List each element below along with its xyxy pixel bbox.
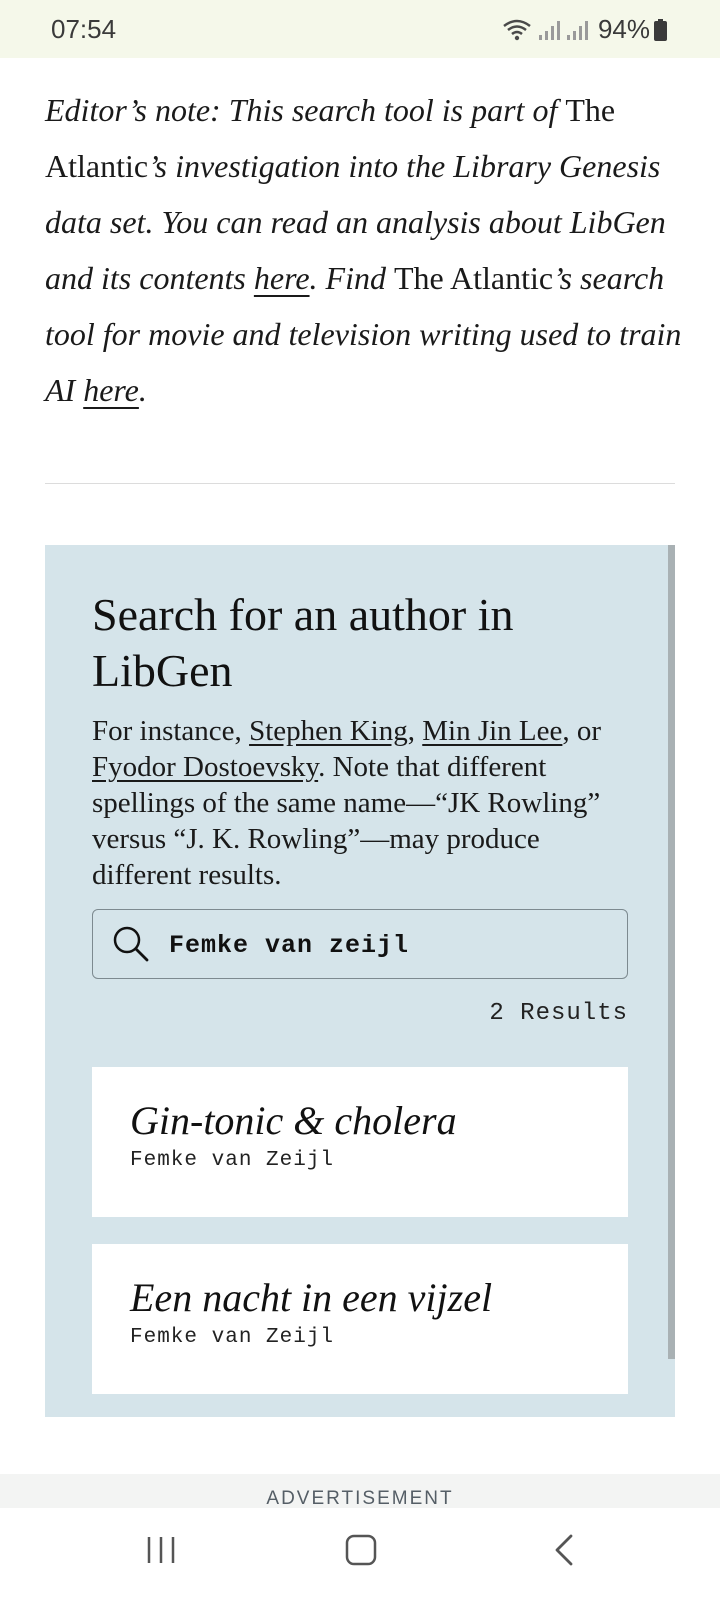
signal-icon xyxy=(566,20,588,40)
editor-note-text: . Find xyxy=(309,260,394,296)
search-description: For instance, Stephen King, Min Jin Lee,… xyxy=(92,713,612,893)
battery-percent: 94% xyxy=(597,14,650,44)
results-count: 2 Results xyxy=(489,1000,628,1027)
status-time: 07:54 xyxy=(51,14,117,44)
advertisement-label: ADVERTISEMENT xyxy=(266,1488,454,1508)
result-card[interactable]: Een nacht in een vijzel Femke van Zeijl xyxy=(92,1244,628,1394)
editor-note: Editor’s note: This search tool is part … xyxy=(45,82,685,418)
scrollbar[interactable] xyxy=(668,545,675,1359)
search-title: Search for an author in LibGen xyxy=(92,589,514,696)
movie-tool-link[interactable]: here xyxy=(83,372,139,408)
book-author: Femke van Zeijl xyxy=(130,1326,335,1349)
editor-note-text: . xyxy=(138,372,147,408)
search-box[interactable] xyxy=(92,909,628,979)
publication-name: The Atlantic xyxy=(393,260,554,296)
divider xyxy=(45,483,675,484)
advertisement-strip: ADVERTISEMENT xyxy=(0,1474,720,1508)
result-card[interactable]: Gin-tonic & cholera Femke van Zeijl xyxy=(92,1067,628,1217)
description-text: , or xyxy=(562,715,602,747)
search-icon xyxy=(113,926,149,962)
status-bar: 07:54 94% xyxy=(0,0,720,58)
analysis-link[interactable]: here xyxy=(254,260,310,296)
back-icon[interactable] xyxy=(553,1534,575,1566)
example-author-link[interactable]: Min Jin Lee xyxy=(422,715,562,747)
example-author-link[interactable]: Stephen King xyxy=(249,715,408,747)
book-author: Femke van Zeijl xyxy=(130,1149,335,1172)
home-icon[interactable] xyxy=(345,1534,377,1566)
book-title: Gin-tonic & cholera xyxy=(130,1098,457,1143)
recent-apps-icon[interactable] xyxy=(146,1534,176,1566)
system-nav-bar xyxy=(0,1508,720,1600)
author-search-panel: Search for an author in LibGen For insta… xyxy=(45,545,675,1417)
description-text: , xyxy=(407,715,423,747)
editor-note-text: Editor’s note: This search tool is part … xyxy=(45,92,566,128)
battery-icon xyxy=(654,19,667,41)
example-author-link[interactable]: Fyodor Dostoevsky xyxy=(92,751,318,783)
status-icons: 94% xyxy=(502,14,650,45)
book-title: Een nacht in een vijzel xyxy=(130,1275,493,1320)
description-text: For instance, xyxy=(92,715,250,747)
wifi-icon xyxy=(503,19,531,40)
signal-icon xyxy=(538,20,560,40)
search-input[interactable] xyxy=(167,920,611,970)
